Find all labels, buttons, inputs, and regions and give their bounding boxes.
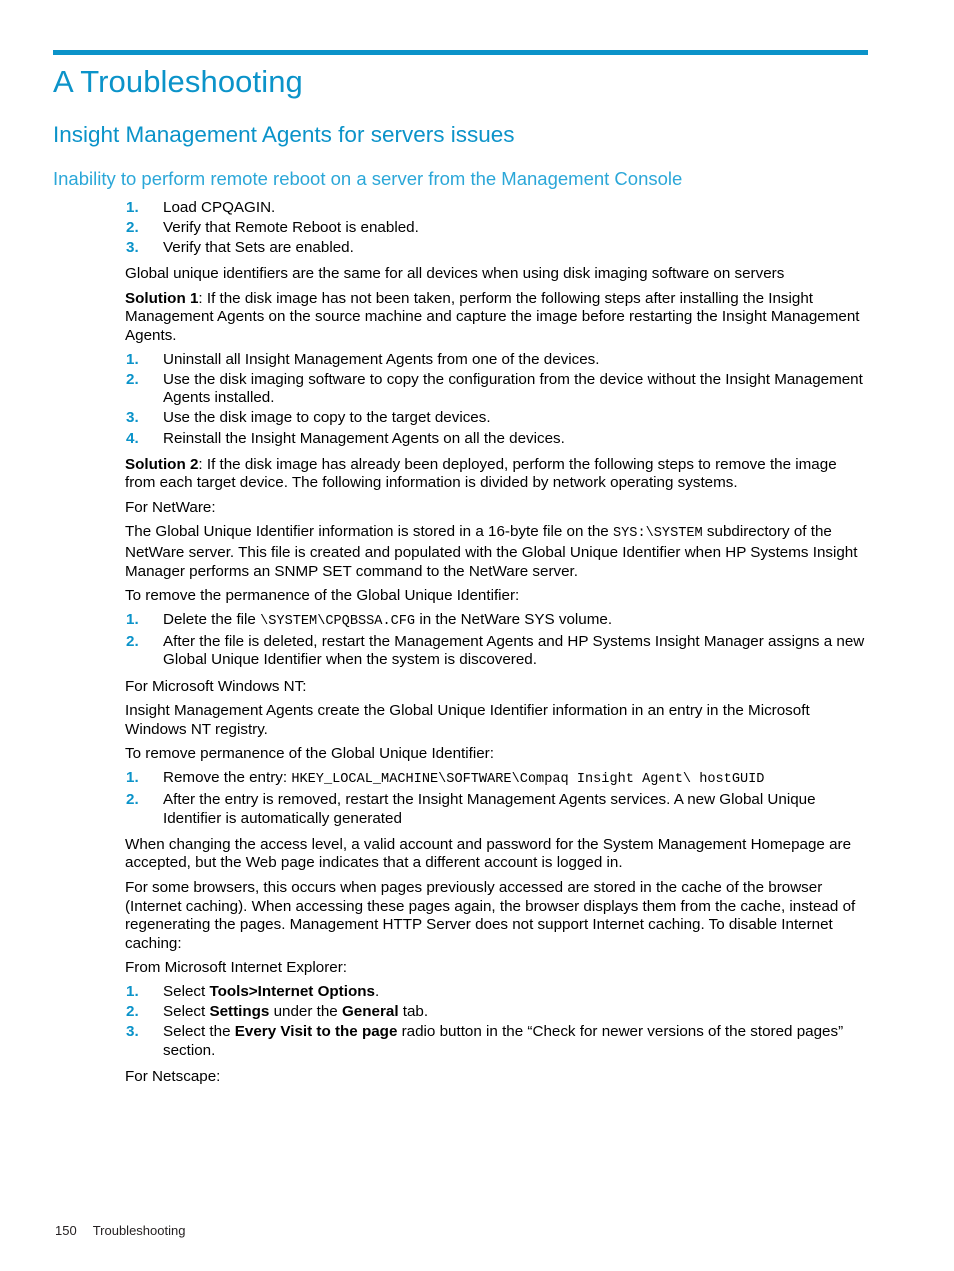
list-item-text: Select Settings under the General tab.: [163, 1003, 428, 1020]
list-item: 4. Reinstall the Insight Management Agent…: [125, 430, 869, 449]
every-visit-bold: Every Visit to the page: [234, 1023, 398, 1041]
text-run: Select the: [163, 1023, 235, 1041]
paragraph-solution-1: Solution 1: If the disk image has not be…: [125, 288, 869, 350]
list-item: 2. After the file is deleted, restart the…: [125, 633, 869, 670]
list-item-text: Use the disk imaging software to copy th…: [163, 370, 863, 407]
chapter-title: A Troubleshooting: [53, 64, 303, 99]
document-page: A Troubleshooting Insight Management Age…: [0, 0, 954, 1271]
body-content: 1. Load CPQAGIN. 2. Verify that Remote Reb…: [125, 198, 869, 1090]
text-run: Select: [163, 982, 210, 1000]
list-marker: 3.: [126, 1023, 139, 1041]
paragraph-ie-heading: From Microsoft Internet Explorer:: [125, 959, 347, 977]
paragraph-internet-caching: For some browsers, this occurs when page…: [125, 878, 856, 952]
text-run: Select: [163, 1002, 210, 1020]
list-item: 1. Load CPQAGIN.: [125, 199, 869, 218]
list-item-text: Load CPQAGIN.: [163, 199, 276, 216]
list-item: 1. Select Tools>Internet Options.: [125, 983, 869, 1002]
list-netware-remove-steps: 1. Delete the file \SYSTEM\CPQBSSA.CFG in…: [125, 610, 869, 676]
list-solution-1-steps: 1. Uninstall all Insight Management Agent…: [125, 350, 869, 454]
registry-key-code: HKEY_LOCAL_MACHINE\SOFTWARE\Compaq Insig…: [291, 771, 765, 787]
list-item-text: Select the Every Visit to the page radio…: [163, 1023, 843, 1059]
paragraph-netware-description: The Global Unique Identifier information…: [125, 521, 869, 585]
list-item: 2. Select Settings under the General tab.: [125, 1003, 869, 1022]
list-item: 1. Delete the file \SYSTEM\CPQBSSA.CFG in…: [125, 611, 869, 632]
subsection-title: Inability to perform remote reboot on a …: [53, 168, 683, 189]
list-item-text: Verify that Sets are enabled.: [163, 239, 354, 257]
general-tab-bold: General: [341, 1002, 399, 1020]
list-windowsnt-remove-steps: 1. Remove the entry: HKEY_LOCAL_MACHINE\S…: [125, 768, 869, 834]
list-marker: 2.: [126, 219, 139, 237]
section-title: Insight Management Agents for servers is…: [53, 122, 515, 147]
list-marker: 1.: [126, 768, 139, 786]
paragraph-guid-intro: Global unique identifiers are the same f…: [125, 265, 785, 283]
list-item-text: Verify that Remote Reboot is enabled.: [163, 219, 419, 237]
list-marker: 1.: [126, 982, 139, 1000]
solution-1-text: : If the disk image has not been taken, …: [125, 289, 860, 345]
list-item-text-lead: Remove the entry:: [163, 768, 292, 786]
netware-file-code: \SYSTEM\CPQBSSA.CFG: [260, 613, 416, 629]
list-item: 3. Use the disk image to copy to the targ…: [125, 409, 869, 428]
solution-1-label: Solution 1: [125, 289, 199, 307]
list-marker: 4.: [126, 429, 139, 447]
list-item-text: After the file is deleted, restart the M…: [163, 632, 865, 669]
list-item: 1. Remove the entry: HKEY_LOCAL_MACHINE\S…: [125, 769, 869, 790]
list-item-text: Reinstall the Insight Management Agents …: [163, 429, 565, 447]
text-run: .: [374, 982, 380, 1000]
list-marker: 2.: [126, 1002, 139, 1020]
list-item: 2. Use the disk imaging software to copy …: [125, 371, 869, 408]
list-marker: 1.: [126, 610, 139, 628]
list-item-text-lead: Delete the file: [163, 610, 261, 628]
list-item-text: After the entry is removed, restart the …: [163, 791, 816, 827]
paragraph-windowsnt-heading: For Microsoft Windows NT:: [125, 677, 307, 695]
list-marker: 1.: [126, 350, 139, 368]
paragraph-windowsnt-remove-heading: To remove permanence of the Global Uniqu…: [125, 745, 494, 763]
list-item-text: Select Tools>Internet Options.: [163, 983, 379, 1000]
page-footer: 150 Troubleshooting: [55, 1222, 185, 1240]
list-marker: 2.: [126, 370, 139, 388]
menu-path-bold: Tools>Internet Options: [209, 982, 375, 1000]
paragraph-access-level: When changing the access level, a valid …: [125, 835, 852, 872]
paragraph-windowsnt-description: Insight Management Agents create the Glo…: [125, 702, 810, 738]
paragraph-netware-heading: For NetWare:: [125, 498, 216, 516]
list-item: 2. Verify that Remote Reboot is enabled.: [125, 219, 869, 238]
list-item: 1. Uninstall all Insight Management Agent…: [125, 351, 869, 370]
list-item: 2. After the entry is removed, restart th…: [125, 791, 869, 828]
list-marker: 2.: [126, 791, 139, 809]
list-marker: 3.: [126, 409, 139, 427]
list-item-text-tail: in the NetWare SYS volume.: [415, 610, 613, 628]
paragraph-netware-remove-heading: To remove the permanence of the Global U…: [125, 587, 520, 605]
list-item: 3. Select the Every Visit to the page rad…: [125, 1023, 869, 1060]
chapter-rule: [53, 50, 868, 55]
solution-2-text: : If the disk image has already been dep…: [125, 455, 837, 492]
list-ie-steps: 1. Select Tools>Internet Options. 2. Selec…: [125, 982, 869, 1066]
footer-chapter-name: Troubleshooting: [92, 1223, 186, 1238]
list-item-text: Uninstall all Insight Management Agents …: [163, 350, 600, 368]
text-run: tab.: [398, 1002, 429, 1020]
settings-bold: Settings: [209, 1002, 270, 1020]
netware-text-lead: The Global Unique Identifier information…: [125, 523, 613, 541]
netware-path-code: SYS:\SYSTEM: [612, 526, 703, 542]
list-marker: 1.: [126, 199, 139, 216]
text-run: under the: [269, 1002, 342, 1020]
footer-page-number: 150: [55, 1223, 77, 1238]
solution-2-label: Solution 2: [125, 455, 199, 473]
paragraph-netscape-heading: For Netscape:: [125, 1067, 221, 1085]
list-item-text: Use the disk image to copy to the target…: [163, 409, 491, 427]
list-remote-reboot-steps: 1. Load CPQAGIN. 2. Verify that Remote Reb…: [125, 198, 869, 263]
list-marker: 3.: [126, 239, 139, 257]
paragraph-solution-2: Solution 2: If the disk image has alread…: [125, 454, 869, 497]
list-item: 3. Verify that Sets are enabled.: [125, 239, 869, 258]
list-marker: 2.: [126, 632, 139, 650]
